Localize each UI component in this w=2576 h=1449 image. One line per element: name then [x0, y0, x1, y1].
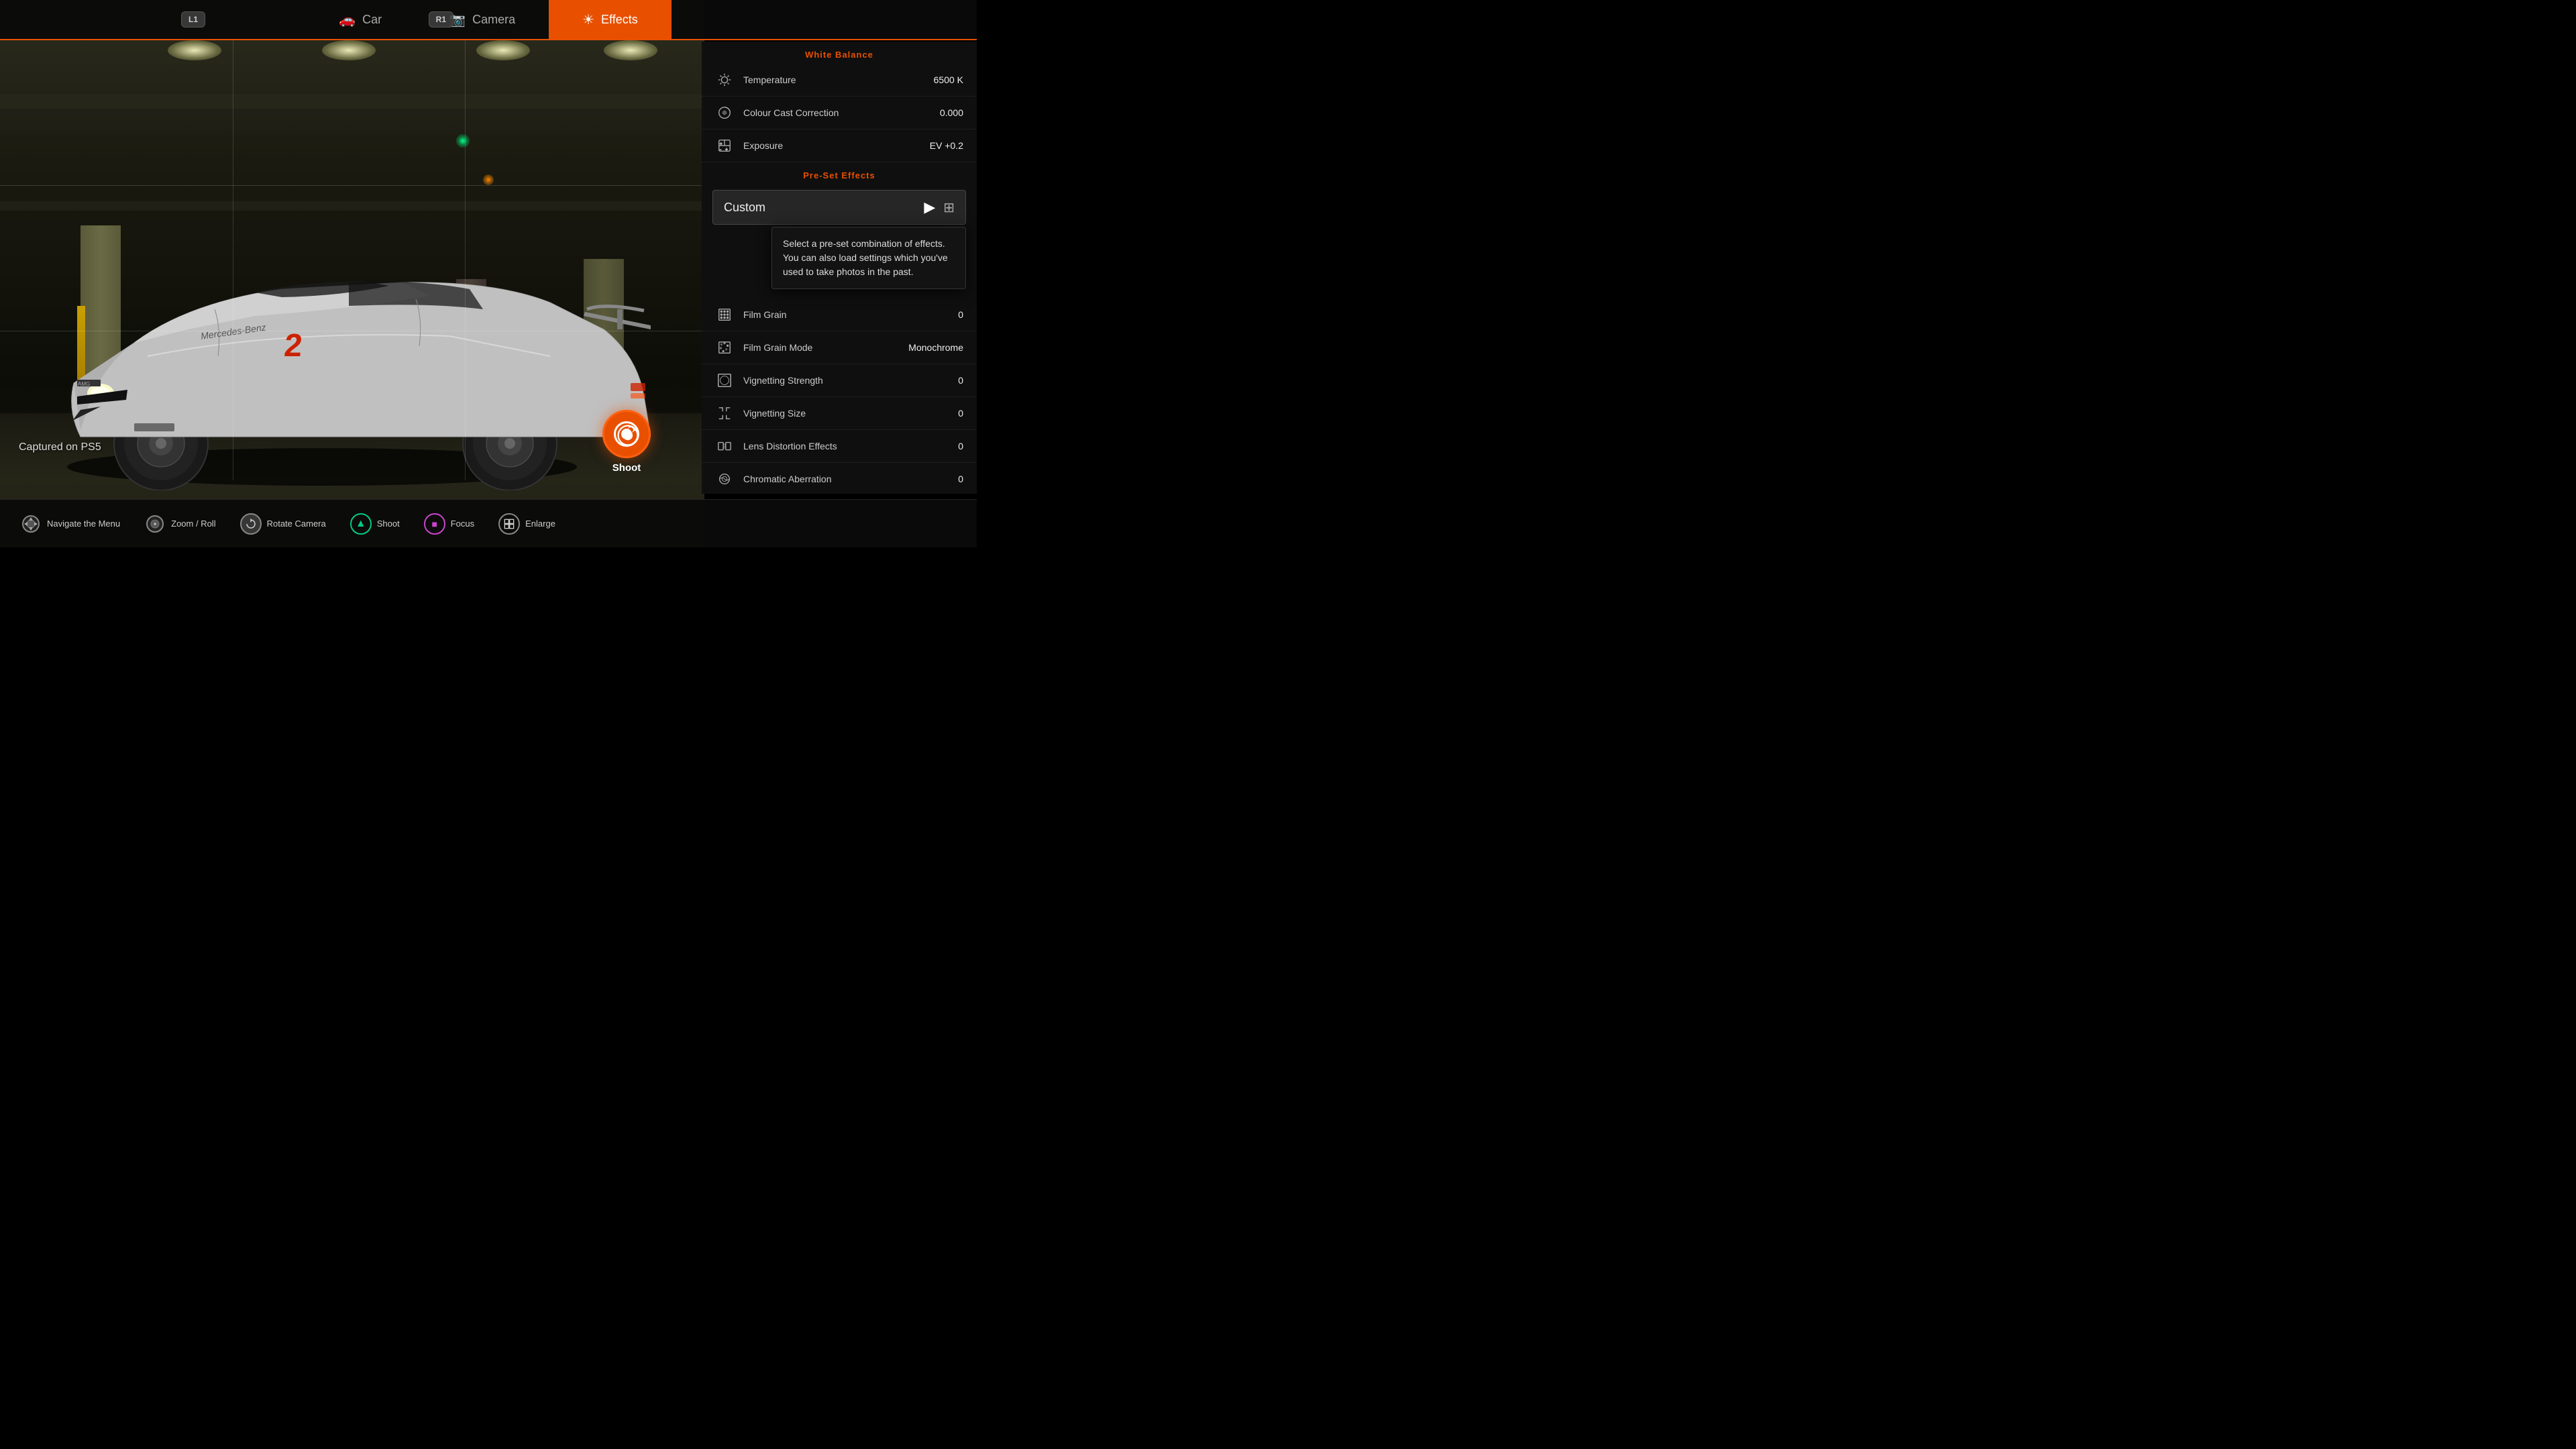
temperature-row[interactable]: Temperature 6500 K — [702, 64, 977, 97]
navigate-control: Navigate the Menu — [20, 513, 120, 535]
exposure-label: Exposure — [743, 140, 930, 151]
preset-dropdown[interactable]: Custom ▶ ⊞ — [712, 190, 966, 225]
temperature-icon — [715, 70, 734, 89]
enlarge-btn[interactable] — [498, 513, 520, 535]
camera-shutter-icon — [614, 421, 639, 447]
colour-cast-icon — [715, 103, 734, 122]
enlarge-label: Enlarge — [525, 519, 555, 529]
zoom-label: Zoom / Roll — [171, 519, 215, 529]
car-icon: 🚗 — [339, 11, 356, 28]
exposure-value: EV +0.2 — [930, 140, 963, 151]
film-grain-mode-icon — [715, 338, 734, 357]
chromatic-aberration-value: 0 — [958, 474, 963, 484]
temperature-value: 6500 K — [934, 74, 963, 85]
rotate-control: Rotate Camera — [240, 513, 326, 535]
lens-distortion-icon — [715, 437, 734, 455]
svg-text:2: 2 — [283, 327, 304, 364]
ceiling-light-4 — [604, 40, 657, 60]
ceiling-light-2 — [322, 40, 376, 60]
bottom-bar: Navigate the Menu Zoom / Roll Rotate Cam… — [0, 499, 977, 547]
vignetting-size-value: 0 — [958, 408, 963, 419]
cursor-pointer: ▶ — [924, 199, 935, 216]
car-scene: 2 Mercedes-Benz AMG — [0, 0, 704, 547]
film-grain-value: 0 — [958, 309, 963, 320]
rotate-label: Rotate Camera — [267, 519, 326, 529]
effects-icon: ☀ — [582, 11, 594, 28]
vignetting-strength-row[interactable]: Vignetting Strength 0 — [702, 364, 977, 397]
navigate-label: Navigate the Menu — [47, 519, 120, 529]
shoot-button-label: Shoot — [612, 462, 641, 474]
focus-label: Focus — [451, 519, 474, 529]
captured-label: Captured on PS5 — [19, 441, 101, 453]
vignetting-strength-label: Vignetting Strength — [743, 375, 958, 386]
right-panel: White Balance Temperature 6500 K — [702, 42, 977, 494]
svg-text:-: - — [720, 148, 721, 152]
svg-text:AMG: AMG — [78, 381, 90, 387]
vignetting-size-label: Vignetting Size — [743, 408, 958, 419]
rotate-btn[interactable] — [240, 513, 262, 535]
beam-h1 — [0, 94, 704, 109]
joystick-right-icon — [144, 513, 166, 535]
temperature-label: Temperature — [743, 74, 934, 85]
preset-dropdown-container: Custom ▶ ⊞ Select a pre-set combination … — [702, 190, 977, 225]
shoot-button[interactable] — [602, 410, 651, 458]
grid-line-h1 — [0, 185, 704, 186]
zoom-control: Zoom / Roll — [144, 513, 215, 535]
svg-text:+: + — [725, 148, 727, 152]
shoot-control-label: Shoot — [377, 519, 400, 529]
chromatic-aberration-icon — [715, 470, 734, 488]
exposure-icon: + - + — [715, 136, 734, 155]
joystick-left-icon — [20, 513, 42, 535]
exposure-row[interactable]: + - + Exposure EV +0.2 — [702, 129, 977, 162]
car-svg-container: 2 Mercedes-Benz AMG — [13, 222, 651, 490]
film-grain-label: Film Grain — [743, 309, 958, 320]
green-light — [456, 134, 470, 148]
orange-light — [483, 174, 494, 185]
film-grain-icon — [715, 305, 734, 324]
tab-car[interactable]: 🚗 Car — [305, 0, 415, 39]
preset-selected-value: Custom — [724, 201, 924, 215]
film-grain-mode-label: Film Grain Mode — [743, 342, 908, 353]
lens-distortion-row[interactable]: Lens Distortion Effects 0 — [702, 430, 977, 463]
focus-control: ■ Focus — [424, 513, 474, 535]
lens-distortion-label: Lens Distortion Effects — [743, 441, 958, 451]
top-navigation: L1 🚗 Car 📷 Camera ☀ Effects R1 — [0, 0, 977, 40]
film-grain-mode-row[interactable]: Film Grain Mode Monochrome — [702, 331, 977, 364]
beam-h2 — [0, 201, 704, 211]
r1-bumper[interactable]: R1 — [429, 11, 453, 28]
chromatic-aberration-label: Chromatic Aberration — [743, 474, 958, 484]
colour-cast-label: Colour Cast Correction — [743, 107, 940, 118]
tab-effects-label: Effects — [601, 13, 638, 27]
film-grain-row[interactable]: Film Grain 0 — [702, 299, 977, 331]
shoot-button-container: Shoot — [602, 410, 651, 474]
preset-tooltip: Select a pre-set combination of effects.… — [771, 227, 966, 289]
tab-camera-label: Camera — [472, 13, 515, 27]
enlarge-control: Enlarge — [498, 513, 555, 535]
preset-grid-icon[interactable]: ⊞ — [943, 199, 955, 216]
svg-text:+: + — [720, 142, 722, 146]
chromatic-aberration-row[interactable]: Chromatic Aberration 0 — [702, 463, 977, 494]
viewport: 2 Mercedes-Benz AMG — [0, 0, 704, 547]
ceiling-light-1 — [168, 40, 221, 60]
lens-distortion-value: 0 — [958, 441, 963, 451]
l1-bumper[interactable]: L1 — [181, 11, 205, 28]
vignetting-strength-value: 0 — [958, 375, 963, 386]
ceiling-light-3 — [476, 40, 530, 60]
triangle-btn[interactable]: ▲ — [350, 513, 372, 535]
preset-effects-header: Pre-Set Effects — [702, 162, 977, 184]
shoot-control: ▲ Shoot — [350, 513, 400, 535]
vignetting-strength-icon — [715, 371, 734, 390]
tab-effects[interactable]: ☀ Effects — [549, 0, 672, 39]
colour-cast-row[interactable]: Colour Cast Correction 0.000 — [702, 97, 977, 129]
square-btn[interactable]: ■ — [424, 513, 445, 535]
tooltip-text: Select a pre-set combination of effects.… — [783, 238, 948, 277]
white-balance-header: White Balance — [702, 42, 977, 64]
film-grain-mode-value: Monochrome — [908, 342, 963, 353]
vignetting-size-row[interactable]: Vignetting Size 0 — [702, 397, 977, 430]
colour-cast-value: 0.000 — [940, 107, 963, 118]
tab-car-label: Car — [362, 13, 382, 27]
vignetting-size-icon — [715, 404, 734, 423]
